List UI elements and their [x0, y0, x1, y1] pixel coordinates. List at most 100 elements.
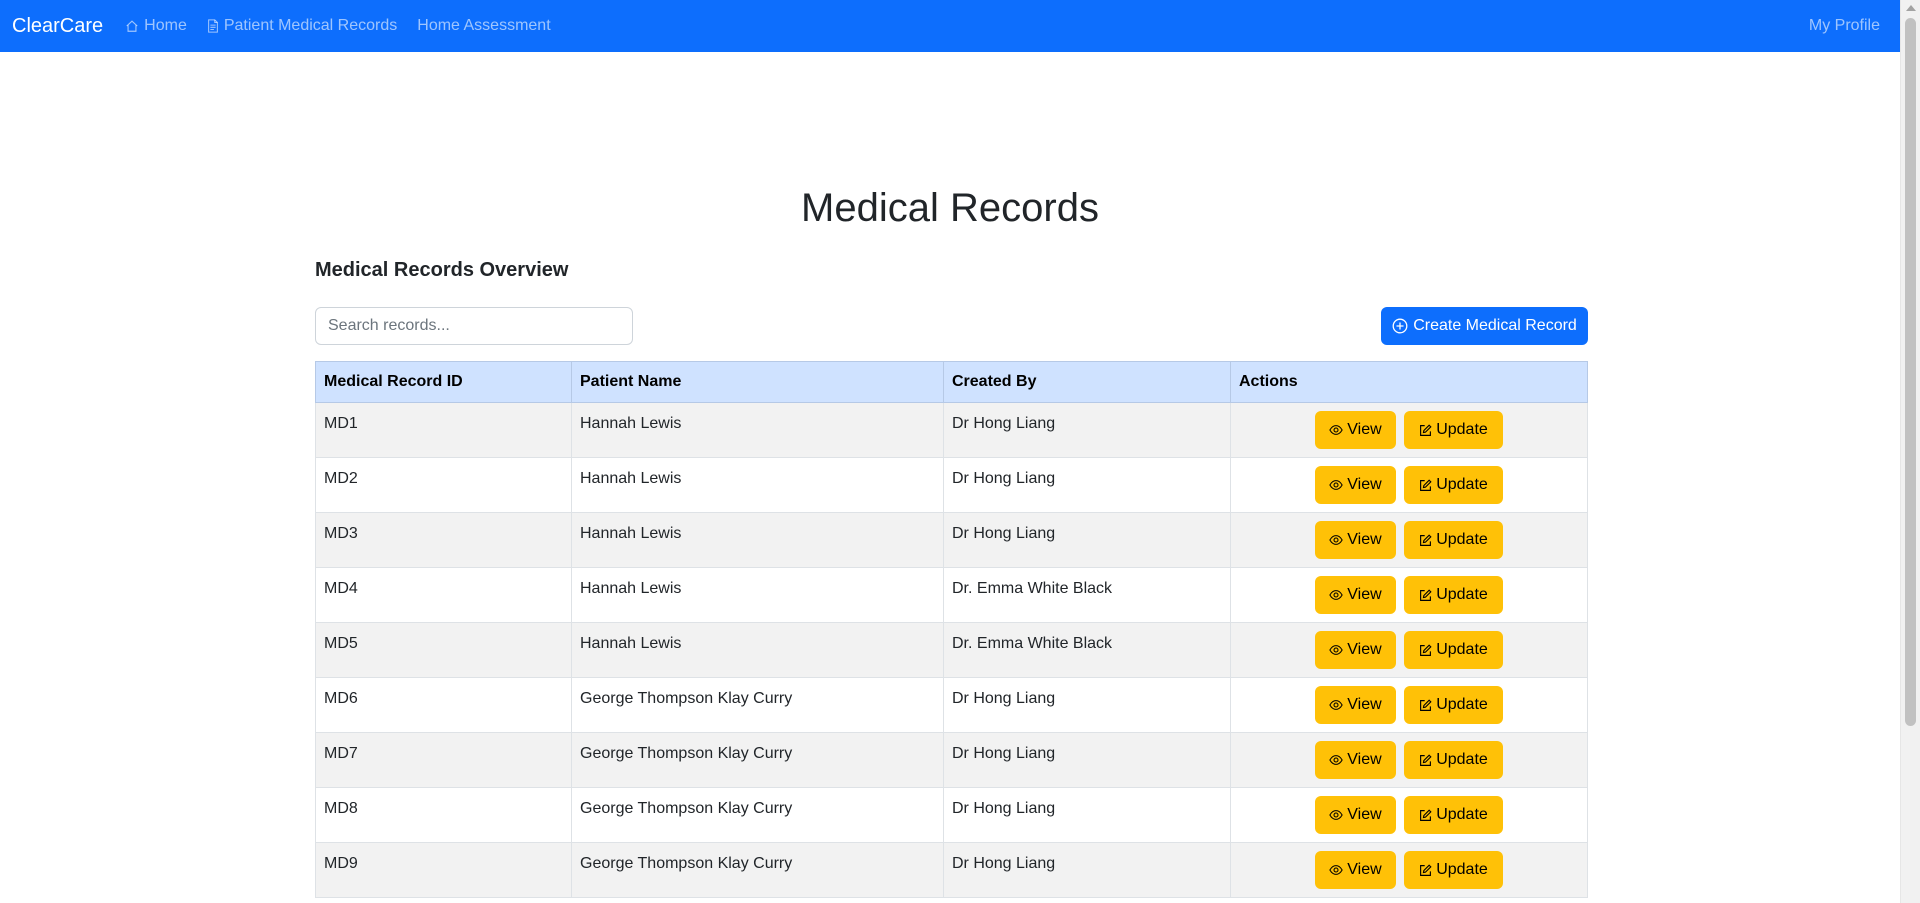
update-button-label: Update — [1436, 806, 1488, 823]
cell-actions: View Update — [1230, 512, 1588, 568]
cell-medical-record-id: MD6 — [315, 677, 572, 733]
scroll-thumb[interactable] — [1905, 18, 1916, 726]
pencil-square-icon — [1420, 643, 1432, 656]
eye-icon — [1329, 810, 1344, 820]
cell-created-by: Dr Hong Liang — [943, 732, 1231, 788]
update-button[interactable]: Update — [1404, 411, 1503, 449]
view-button[interactable]: View — [1315, 796, 1396, 834]
cell-patient-name: Hannah Lewis — [571, 402, 944, 458]
cell-created-by: Dr. Emma White Black — [943, 567, 1231, 623]
create-medical-record-button[interactable]: Create Medical Record — [1381, 307, 1588, 345]
pencil-square-icon — [1420, 478, 1432, 491]
view-button[interactable]: View — [1315, 411, 1396, 449]
cell-patient-name: Hannah Lewis — [571, 512, 944, 568]
update-button[interactable]: Update — [1404, 576, 1503, 614]
nav-patient-medical-records[interactable]: Patient Medical Records — [207, 17, 397, 35]
nav-home[interactable]: Home — [125, 17, 187, 35]
update-button-label: Update — [1436, 751, 1488, 768]
update-button[interactable]: Update — [1404, 741, 1503, 779]
pencil-square-icon — [1420, 423, 1432, 436]
update-button[interactable]: Update — [1404, 796, 1503, 834]
table-row: MD7 George Thompson Klay Curry Dr Hong Lia… — [315, 732, 1588, 788]
cell-created-by: Dr. Emma White Black — [943, 622, 1231, 678]
cell-patient-name: George Thompson Klay Curry — [571, 732, 944, 788]
nav-my-profile[interactable]: My Profile — [1809, 17, 1880, 35]
view-button-label: View — [1347, 421, 1382, 438]
pencil-square-icon — [1420, 588, 1432, 601]
cell-medical-record-id: MD2 — [315, 457, 572, 513]
view-button-label: View — [1347, 476, 1382, 493]
update-button-label: Update — [1436, 586, 1488, 603]
table-row: MD8 George Thompson Klay Curry Dr Hong Lia… — [315, 787, 1588, 843]
table-header-row: Medical Record ID Patient Name Created B… — [315, 361, 1588, 403]
cell-patient-name: Hannah Lewis — [571, 622, 944, 678]
header-created-by: Created By — [943, 361, 1231, 403]
cell-actions: View Update — [1230, 567, 1588, 623]
table-row: MD3 Hannah Lewis Dr Hong Liang View Update — [315, 512, 1588, 568]
pencil-square-icon — [1420, 863, 1432, 876]
view-button-label: View — [1347, 751, 1382, 768]
search-input[interactable] — [315, 307, 633, 345]
eye-icon — [1329, 865, 1344, 875]
brand-logo[interactable]: ClearCare — [12, 15, 103, 38]
cell-medical-record-id: MD9 — [315, 842, 572, 898]
eye-icon — [1329, 645, 1344, 655]
cell-medical-record-id: MD1 — [315, 402, 572, 458]
section-title: Medical Records Overview — [315, 259, 569, 281]
top-navbar: ClearCare Home Patient Medical Records H… — [0, 0, 1900, 52]
update-button[interactable]: Update — [1404, 521, 1503, 559]
cell-created-by: Dr Hong Liang — [943, 677, 1231, 733]
view-button[interactable]: View — [1315, 686, 1396, 724]
view-button-label: View — [1347, 806, 1382, 823]
view-button[interactable]: View — [1315, 576, 1396, 614]
cell-patient-name: George Thompson Klay Curry — [571, 787, 944, 843]
update-button[interactable]: Update — [1404, 851, 1503, 889]
view-button-label: View — [1347, 531, 1382, 548]
cell-medical-record-id: MD3 — [315, 512, 572, 568]
cell-created-by: Dr Hong Liang — [943, 457, 1231, 513]
update-button[interactable]: Update — [1404, 631, 1503, 669]
eye-icon — [1329, 700, 1344, 710]
cell-actions: View Update — [1230, 732, 1588, 788]
plus-circle-icon — [1392, 318, 1408, 334]
eye-icon — [1329, 590, 1344, 600]
update-button-label: Update — [1436, 861, 1488, 878]
view-button[interactable]: View — [1315, 631, 1396, 669]
pencil-square-icon — [1420, 753, 1432, 766]
cell-patient-name: Hannah Lewis — [571, 567, 944, 623]
table-row: MD6 George Thompson Klay Curry Dr Hong Lia… — [315, 677, 1588, 733]
pencil-square-icon — [1420, 808, 1432, 821]
scroll-up-arrow-icon[interactable] — [1906, 5, 1916, 11]
update-button[interactable]: Update — [1404, 466, 1503, 504]
cell-created-by: Dr Hong Liang — [943, 512, 1231, 568]
eye-icon — [1329, 755, 1344, 765]
vertical-scrollbar[interactable] — [1900, 0, 1920, 903]
cell-patient-name: George Thompson Klay Curry — [571, 842, 944, 898]
view-button[interactable]: View — [1315, 521, 1396, 559]
table-row: MD4 Hannah Lewis Dr. Emma White Black View U… — [315, 567, 1588, 623]
table-row: MD9 George Thompson Klay Curry Dr Hong Lia… — [315, 842, 1588, 898]
eye-icon — [1329, 480, 1344, 490]
view-button[interactable]: View — [1315, 466, 1396, 504]
cell-medical-record-id: MD8 — [315, 787, 572, 843]
nav-home-label: Home — [144, 17, 187, 34]
cell-actions: View Update — [1230, 402, 1588, 458]
update-button[interactable]: Update — [1404, 686, 1503, 724]
view-button-label: View — [1347, 861, 1382, 878]
update-button-label: Update — [1436, 531, 1488, 548]
nav-home-assessment[interactable]: Home Assessment — [417, 17, 550, 35]
view-button-label: View — [1347, 696, 1382, 713]
nav-patient-medical-records-label: Patient Medical Records — [223, 17, 398, 34]
update-button-label: Update — [1436, 421, 1488, 438]
cell-medical-record-id: MD5 — [315, 622, 572, 678]
eye-icon — [1329, 425, 1344, 435]
header-medical-record-id: Medical Record ID — [315, 361, 572, 403]
page-title: Medical Records — [801, 186, 1099, 230]
view-button[interactable]: View — [1315, 851, 1396, 889]
view-button[interactable]: View — [1315, 741, 1396, 779]
file-text-icon — [207, 19, 218, 33]
cell-medical-record-id: MD7 — [315, 732, 572, 788]
table-row: MD5 Hannah Lewis Dr. Emma White Black View U… — [315, 622, 1588, 678]
cell-actions: View Update — [1230, 457, 1588, 513]
table-row: MD2 Hannah Lewis Dr Hong Liang View Update — [315, 457, 1588, 513]
